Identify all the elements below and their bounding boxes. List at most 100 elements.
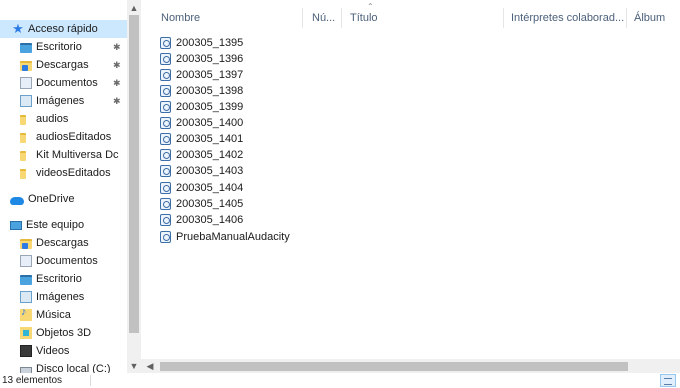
file-row[interactable]: 200305_1406 (160, 212, 243, 228)
nav-item-audios[interactable]: audios (0, 110, 127, 128)
file-row[interactable]: 200305_1398 (160, 83, 243, 99)
nav-item-pc-imagenes[interactable]: Imágenes (0, 288, 127, 306)
file-row[interactable]: 200305_1402 (160, 147, 243, 163)
audacity-project-icon (160, 231, 171, 243)
column-header-interpretes[interactable]: Intérpretes colaborad... (511, 12, 624, 24)
nav-item-label: audios (36, 113, 69, 125)
nav-item-pc-escritorio[interactable]: Escritorio (0, 270, 127, 288)
file-name: 200305_1396 (176, 53, 244, 65)
nav-item-pc-descargas[interactable]: Descargas (0, 234, 127, 252)
nav-item-label: Objetos 3D (36, 327, 92, 339)
file-row[interactable]: 200305_1397 (160, 67, 243, 83)
navigation-pane: ★ Acceso rápido Escritorio ✱ Descargas ✱… (0, 0, 141, 373)
pictures-folder-icon (20, 291, 32, 303)
pin-icon[interactable]: ✱ (113, 96, 121, 107)
audacity-project-icon (160, 85, 171, 97)
nav-item-label: Escritorio (36, 41, 82, 53)
nav-item-label: Imágenes (36, 291, 85, 303)
file-row[interactable]: 200305_1404 (160, 180, 243, 196)
nav-item-videoseditados[interactable]: videosEditados (0, 164, 127, 182)
item-count: 13 elementos (2, 375, 63, 386)
file-row[interactable]: 200305_1400 (160, 115, 243, 131)
onedrive-cloud-icon (10, 196, 24, 205)
star-icon: ★ (12, 21, 24, 36)
horizontal-scrollbar[interactable]: ◀ (141, 359, 680, 373)
column-header-album[interactable]: Álbum (634, 12, 665, 24)
desktop-folder-icon (20, 274, 32, 285)
file-row[interactable]: 200305_1395 (160, 35, 243, 51)
column-header-nombre[interactable]: Nombre (161, 12, 200, 24)
nav-item-pc-objetos-3d[interactable]: Objetos 3D (0, 324, 127, 342)
audacity-project-icon (160, 214, 171, 226)
audacity-project-icon (160, 101, 171, 113)
videos-folder-icon (20, 345, 32, 357)
file-row[interactable]: 200305_1399 (160, 99, 243, 115)
column-divider[interactable] (626, 8, 627, 28)
nav-item-kit-multiversa[interactable]: Kit Multiversa Dc (0, 146, 127, 164)
nav-item-pc-documentos[interactable]: Documentos (0, 252, 127, 270)
horizontal-scroll-thumb[interactable] (160, 362, 628, 371)
folder-icon (20, 114, 26, 125)
file-row[interactable]: 200305_1401 (160, 131, 243, 147)
nav-item-label: Música (36, 309, 71, 321)
nav-item-escritorio[interactable]: Escritorio ✱ (0, 38, 127, 56)
nav-item-label: Acceso rápido (28, 23, 98, 35)
nav-item-pc-musica[interactable]: Música (0, 306, 127, 324)
nav-item-label: Disco local (C:) (36, 363, 111, 373)
audacity-project-icon (160, 69, 171, 81)
documents-folder-icon (20, 77, 32, 89)
file-row[interactable]: PruebaManualAudacity (160, 229, 290, 245)
nav-item-imagenes[interactable]: Imágenes ✱ (0, 92, 127, 110)
nav-scroll-thumb[interactable] (129, 15, 139, 333)
file-name: 200305_1397 (176, 69, 244, 81)
file-row[interactable]: 200305_1396 (160, 51, 243, 67)
column-headers: ⌃ Nombre Nú... Título Intérpretes colabo… (141, 0, 680, 34)
file-row[interactable]: 200305_1403 (160, 163, 243, 179)
scroll-up-arrow-icon[interactable]: ▲ (127, 1, 141, 15)
column-header-numero[interactable]: Nú... (312, 12, 335, 24)
file-name: 200305_1401 (176, 133, 244, 145)
file-name: 200305_1402 (176, 149, 244, 161)
column-divider[interactable] (503, 8, 504, 28)
documents-folder-icon (20, 255, 32, 267)
pin-icon[interactable]: ✱ (113, 78, 121, 89)
nav-item-descargas[interactable]: Descargas ✱ (0, 56, 127, 74)
file-name: 200305_1398 (176, 85, 244, 97)
folder-icon (20, 150, 26, 161)
scroll-down-arrow-icon[interactable]: ▼ (127, 359, 141, 373)
nav-item-onedrive[interactable]: OneDrive (0, 190, 127, 208)
nav-item-quick-access[interactable]: ★ Acceso rápido (0, 20, 127, 38)
audacity-project-icon (160, 53, 171, 65)
audacity-project-icon (160, 165, 171, 177)
nav-item-pc-disco-local[interactable]: Disco local (C:) (0, 360, 127, 373)
objects-3d-folder-icon (20, 327, 32, 339)
file-name: 200305_1406 (176, 214, 244, 226)
column-divider[interactable] (341, 8, 342, 28)
column-divider[interactable] (302, 8, 303, 28)
file-name: 200305_1399 (176, 101, 244, 113)
nav-item-label: Escritorio (36, 273, 82, 285)
desktop-folder-icon (20, 42, 32, 53)
nav-item-label: Documentos (36, 77, 98, 89)
nav-item-label: audiosEditados (36, 131, 112, 143)
nav-item-label: Documentos (36, 255, 98, 267)
sort-caret-icon: ⌃ (367, 2, 374, 11)
audacity-project-icon (160, 133, 171, 145)
nav-item-this-pc[interactable]: Este equipo (0, 216, 127, 234)
audacity-project-icon (160, 117, 171, 129)
scroll-left-arrow-icon[interactable]: ◀ (143, 359, 157, 373)
file-name: 200305_1404 (176, 182, 244, 194)
column-header-titulo[interactable]: Título (350, 12, 378, 24)
nav-item-documentos[interactable]: Documentos ✱ (0, 74, 127, 92)
nav-item-audioseditados[interactable]: audiosEditados (0, 128, 127, 146)
pin-icon[interactable]: ✱ (113, 60, 121, 71)
audacity-project-icon (160, 149, 171, 161)
nav-vertical-scrollbar[interactable]: ▲ ▼ (127, 0, 141, 373)
file-name: 200305_1405 (176, 198, 244, 210)
pin-icon[interactable]: ✱ (113, 42, 121, 53)
nav-item-pc-videos[interactable]: Videos (0, 342, 127, 360)
details-view-icon[interactable] (660, 374, 676, 387)
file-row[interactable]: 200305_1405 (160, 196, 243, 212)
file-name: PruebaManualAudacity (176, 231, 290, 243)
file-name: 200305_1403 (176, 165, 244, 177)
